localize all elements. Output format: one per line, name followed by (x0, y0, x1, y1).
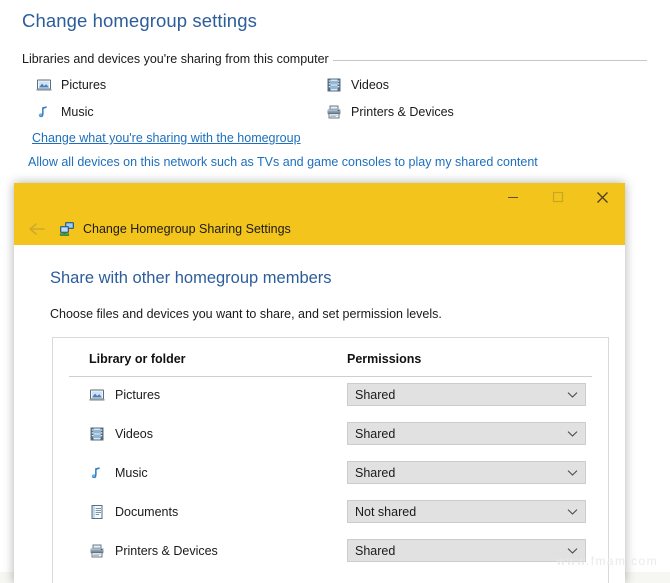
maximize-icon (552, 191, 563, 203)
table-row: Pictures Shared (53, 377, 608, 416)
pictures-icon (89, 387, 105, 403)
shared-item-label: Printers & Devices (351, 104, 454, 119)
permission-value: Shared (355, 426, 396, 441)
table-row: Videos Shared (53, 416, 608, 455)
row-permission-cell: Shared (347, 422, 586, 445)
permission-dropdown[interactable]: Shared (347, 539, 586, 562)
page-title: Change homegroup settings (22, 10, 257, 31)
music-icon (36, 104, 52, 120)
maximize-button[interactable] (535, 183, 580, 211)
close-button[interactable] (580, 183, 625, 211)
row-label: Documents (115, 505, 179, 519)
permission-dropdown[interactable]: Shared (347, 383, 586, 406)
row-label-cell: Printers & Devices (89, 543, 218, 559)
permission-value: Not shared (355, 504, 417, 519)
shared-item-label: Pictures (61, 77, 107, 92)
table-row: Documents Not shared (53, 494, 608, 533)
dialog-titlebar[interactable]: Change Homegroup Sharing Settings (14, 183, 625, 245)
permission-dropdown[interactable]: Shared (347, 461, 586, 484)
change-sharing-link[interactable]: Change what you're sharing with the home… (32, 131, 301, 145)
allow-devices-link[interactable]: Allow all devices on this network such a… (28, 155, 538, 169)
window-controls (490, 183, 625, 211)
back-arrow-icon (29, 223, 45, 235)
row-label-cell: Videos (89, 426, 153, 442)
permission-value: Shared (355, 465, 396, 480)
row-label: Printers & Devices (115, 544, 218, 558)
shared-item-pictures: Pictures (36, 77, 106, 93)
chevron-down-icon (567, 430, 578, 438)
close-icon (597, 191, 608, 203)
watermark: www.fmam.com (556, 554, 658, 568)
permission-value: Shared (355, 387, 396, 402)
column-header-permissions: Permissions (347, 352, 422, 366)
chevron-down-icon (567, 508, 578, 516)
dialog-title-row: Change Homegroup Sharing Settings (14, 213, 291, 245)
dialog-title: Change Homegroup Sharing Settings (83, 222, 291, 236)
row-permission-cell: Shared (347, 539, 586, 562)
row-label: Pictures (115, 388, 161, 402)
shared-item-printers-devices: Printers & Devices (326, 104, 454, 120)
homegroup-icon (59, 221, 75, 237)
row-label-cell: Pictures (89, 387, 160, 403)
printer-icon (326, 104, 342, 120)
row-permission-cell: Shared (347, 383, 586, 406)
minimize-icon (507, 197, 518, 198)
permission-value: Shared (355, 543, 396, 558)
sharing-table-panel: Library or folder Permissions Pictures S… (52, 337, 609, 583)
group-label: Libraries and devices you're sharing fro… (22, 52, 333, 66)
shared-item-label: Videos (351, 77, 389, 92)
table-header: Library or folder Permissions (69, 350, 592, 377)
row-label: Music (115, 466, 148, 480)
table-row: Music Shared (53, 455, 608, 494)
row-label-cell: Music (89, 465, 148, 481)
chevron-down-icon (567, 391, 578, 399)
table-row: Printers & Devices Shared (53, 533, 608, 572)
row-label: Videos (115, 427, 153, 441)
shared-item-videos: Videos (326, 77, 389, 93)
videos-icon (89, 426, 105, 442)
dialog-body: Share with other homegroup members Choos… (14, 245, 625, 583)
minimize-button[interactable] (490, 183, 535, 211)
permission-dropdown[interactable]: Not shared (347, 500, 586, 523)
row-permission-cell: Shared (347, 461, 586, 484)
printer-icon (89, 543, 105, 559)
chevron-down-icon (567, 469, 578, 477)
shared-item-label: Music (61, 104, 94, 119)
permission-dropdown[interactable]: Shared (347, 422, 586, 445)
row-label-cell: Documents (89, 504, 178, 520)
row-permission-cell: Not shared (347, 500, 586, 523)
music-icon (89, 465, 105, 481)
videos-icon (326, 77, 342, 93)
column-header-library: Library or folder (89, 352, 186, 366)
change-homegroup-sharing-dialog: Change Homegroup Sharing Settings Share … (14, 183, 625, 583)
back-button[interactable] (18, 214, 56, 244)
documents-icon (89, 504, 105, 520)
dialog-subheading: Choose files and devices you want to sha… (50, 307, 442, 321)
dialog-heading: Share with other homegroup members (50, 269, 332, 287)
shared-item-music: Music (36, 104, 94, 120)
pictures-icon (36, 77, 52, 93)
